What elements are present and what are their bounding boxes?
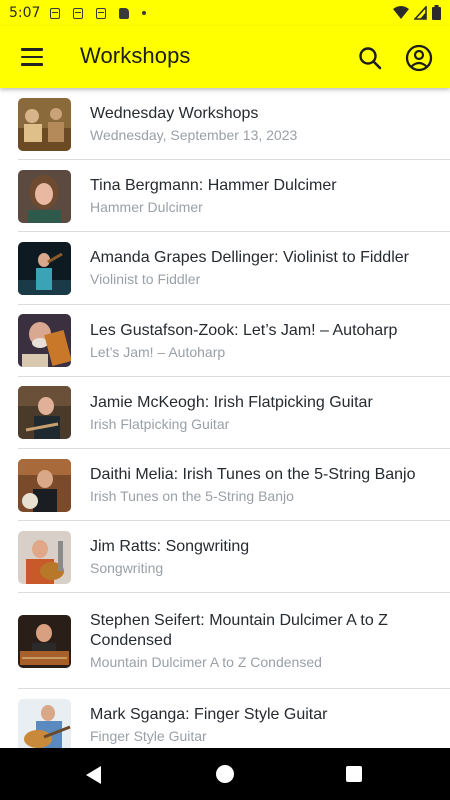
system-nav-bar <box>0 748 450 800</box>
workshop-title: Amanda Grapes Dellinger: Violinist to Fi… <box>90 249 409 267</box>
workshop-subtitle: Songwriting <box>90 560 164 577</box>
menu-button[interactable] <box>12 37 52 77</box>
status-right-icons <box>393 5 441 20</box>
workshop-subtitle: Irish Tunes on the 5-String Banjo <box>90 488 294 505</box>
workshop-subtitle: Violinist to Fiddler <box>90 271 201 288</box>
workshop-thumbnail <box>18 169 71 223</box>
workshop-title: Mark Sganga: Finger Style Guitar <box>90 706 328 724</box>
workshop-title: Jim Ratts: Songwriting <box>90 538 250 556</box>
list-item[interactable]: Wednesday Workshops Wednesday, September… <box>0 88 450 161</box>
battery-icon <box>432 5 441 20</box>
workshop-thumbnail <box>18 241 71 295</box>
list-item[interactable]: Stephen Seifert: Mountain Dulcimer A to … <box>0 593 450 690</box>
page-title: Workshops <box>80 43 191 68</box>
list-item[interactable]: Jamie McKeogh: Irish Flatpicking Guitar … <box>0 377 450 450</box>
account-icon <box>405 44 433 72</box>
workshop-thumbnail <box>18 530 71 584</box>
workshop-thumbnail <box>18 614 71 668</box>
sd-card-icon <box>119 7 130 19</box>
dot-icon <box>142 11 147 15</box>
menu-icon-line <box>21 63 43 66</box>
menu-icon-line <box>21 48 43 51</box>
list-item[interactable]: Daithi Melia: Irish Tunes on the 5-Strin… <box>0 449 450 522</box>
status-time: 5:07 <box>9 5 41 21</box>
workshop-list[interactable]: Wednesday Workshops Wednesday, September… <box>0 88 450 748</box>
workshop-title: Wednesday Workshops <box>90 105 259 123</box>
workshop-title: Daithi Melia: Irish Tunes on the 5-Strin… <box>90 466 416 484</box>
workshop-subtitle: Hammer Dulcimer <box>90 199 203 216</box>
workshop-thumbnail <box>18 386 71 440</box>
workshop-thumbnail <box>18 698 71 748</box>
list-item[interactable]: Jim Ratts: Songwriting Songwriting <box>0 521 450 594</box>
workshop-subtitle: Wednesday, September 13, 2023 <box>90 127 298 144</box>
status-bar: 5:07 <box>0 0 450 26</box>
signal-icon <box>414 5 427 20</box>
workshop-subtitle: Mountain Dulcimer A to Z Condensed <box>90 654 322 671</box>
workshop-thumbnail <box>18 458 71 512</box>
back-triangle-icon[interactable] <box>84 765 104 785</box>
search-button[interactable] <box>352 40 388 76</box>
recents-square-icon[interactable] <box>346 766 362 782</box>
calendar-icon <box>50 7 61 19</box>
workshop-thumbnail <box>18 314 71 368</box>
workshop-subtitle: Let’s Jam! – Autoharp <box>90 343 226 360</box>
wifi-icon <box>393 5 409 19</box>
workshop-title: Tina Bergmann: Hammer Dulcimer <box>90 177 337 195</box>
calendar-icon <box>96 7 107 19</box>
list-item[interactable]: Mark Sganga: Finger Style Guitar Finger … <box>0 689 450 748</box>
search-icon <box>359 47 382 70</box>
app-bar: Workshops <box>0 26 450 88</box>
workshop-thumbnail <box>18 97 71 151</box>
list-item[interactable]: Les Gustafson-Zook: Let’s Jam! – Autohar… <box>0 305 450 377</box>
workshop-title: Jamie McKeogh: Irish Flatpicking Guitar <box>90 393 373 411</box>
workshop-subtitle: Irish Flatpicking Guitar <box>90 415 230 432</box>
list-item[interactable]: Amanda Grapes Dellinger: Violinist to Fi… <box>0 232 450 305</box>
calendar-icon <box>73 7 84 19</box>
account-button[interactable] <box>400 39 438 77</box>
list-item[interactable]: Tina Bergmann: Hammer Dulcimer Hammer Du… <box>0 160 450 233</box>
workshop-title: Stephen Seifert: Mountain Dulcimer A to … <box>90 612 388 650</box>
workshop-subtitle: Finger Style Guitar <box>90 728 207 745</box>
workshop-title: Les Gustafson-Zook: Let’s Jam! – Autohar… <box>90 321 398 339</box>
menu-icon-line <box>21 55 43 59</box>
home-circle-icon[interactable] <box>216 765 234 783</box>
